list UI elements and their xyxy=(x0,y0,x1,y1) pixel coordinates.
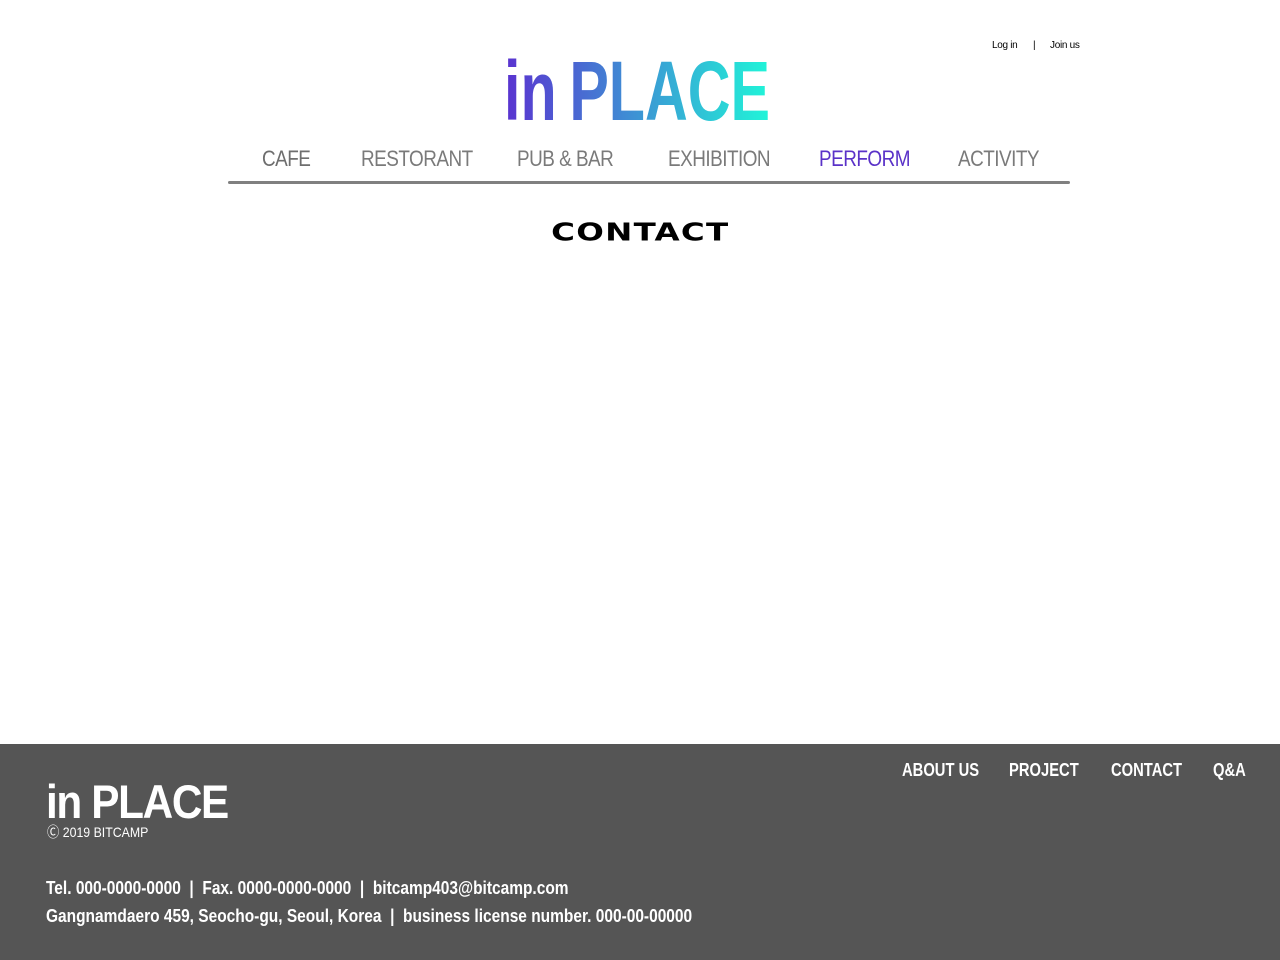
nav-item-exhibition[interactable]: EXHIBITION xyxy=(668,146,771,172)
svg-text:inPLACE: inPLACE xyxy=(504,46,770,130)
footer-separator: | xyxy=(359,878,365,898)
page-title-text: CONTACT xyxy=(550,218,730,248)
nav-divider xyxy=(228,181,1070,184)
nav-item-activity[interactable]: ACTIVITY xyxy=(958,146,1040,172)
nav-item-restorant[interactable]: RESTORANT xyxy=(361,146,473,172)
footer-license: business license number. 000-00-00000 xyxy=(403,906,693,926)
footer-nav: ABOUT US PROJECT CONTACT Q&A xyxy=(0,760,1280,784)
nav-item-cafe[interactable]: CAFE xyxy=(262,146,311,172)
footer-email[interactable]: bitcamp403@bitcamp.com xyxy=(373,878,569,898)
footer-address-line: Gangnamdaero 459, Seocho-gu, Seoul, Kore… xyxy=(46,902,692,930)
footer-tel: Tel. 000-0000-0000 xyxy=(46,878,181,898)
footer-separator: | xyxy=(189,878,194,898)
logo-text-in: in xyxy=(504,46,557,130)
nav-item-perform[interactable]: PERFORM xyxy=(819,146,911,172)
main-nav: CAFE RESTORANT PUB & BAR EXHIBITION PERF… xyxy=(228,146,1070,186)
site-logo[interactable]: inPLACE xyxy=(0,46,1280,130)
footer-separator: | xyxy=(390,906,395,926)
footer-info: Tel. 000-0000-0000 | Fax. 0000-0000-0000 | b… xyxy=(46,874,692,930)
footer-link-contact[interactable]: CONTACT xyxy=(1111,760,1182,781)
footer-link-project[interactable]: PROJECT xyxy=(1009,760,1079,781)
footer-logo[interactable]: in PLACE xyxy=(46,778,229,825)
nav-item-pub-bar[interactable]: PUB & BAR xyxy=(517,146,614,172)
logo-wordmark: inPLACE xyxy=(504,46,770,130)
footer-link-about-us[interactable]: ABOUT US xyxy=(902,760,979,781)
footer-fax: Fax. 0000-0000-0000 xyxy=(202,878,352,898)
page: Log in | Join us inPLACE CAFE RESTORANT … xyxy=(0,0,1280,960)
footer-link-qna[interactable]: Q&A xyxy=(1213,760,1246,781)
logo-text-place: PLACE xyxy=(569,46,770,130)
footer-copyright: Ⓒ 2019 BITCAMP xyxy=(47,824,149,840)
footer-contact-line: Tel. 000-0000-0000 | Fax. 0000-0000-0000 | b… xyxy=(46,874,692,902)
footer: in PLACE Ⓒ 2019 BITCAMP ABOUT US PROJECT… xyxy=(0,744,1280,960)
page-title: CONTACT xyxy=(0,218,1280,248)
footer-address: Gangnamdaero 459, Seocho-gu, Seoul, Kore… xyxy=(46,906,382,926)
